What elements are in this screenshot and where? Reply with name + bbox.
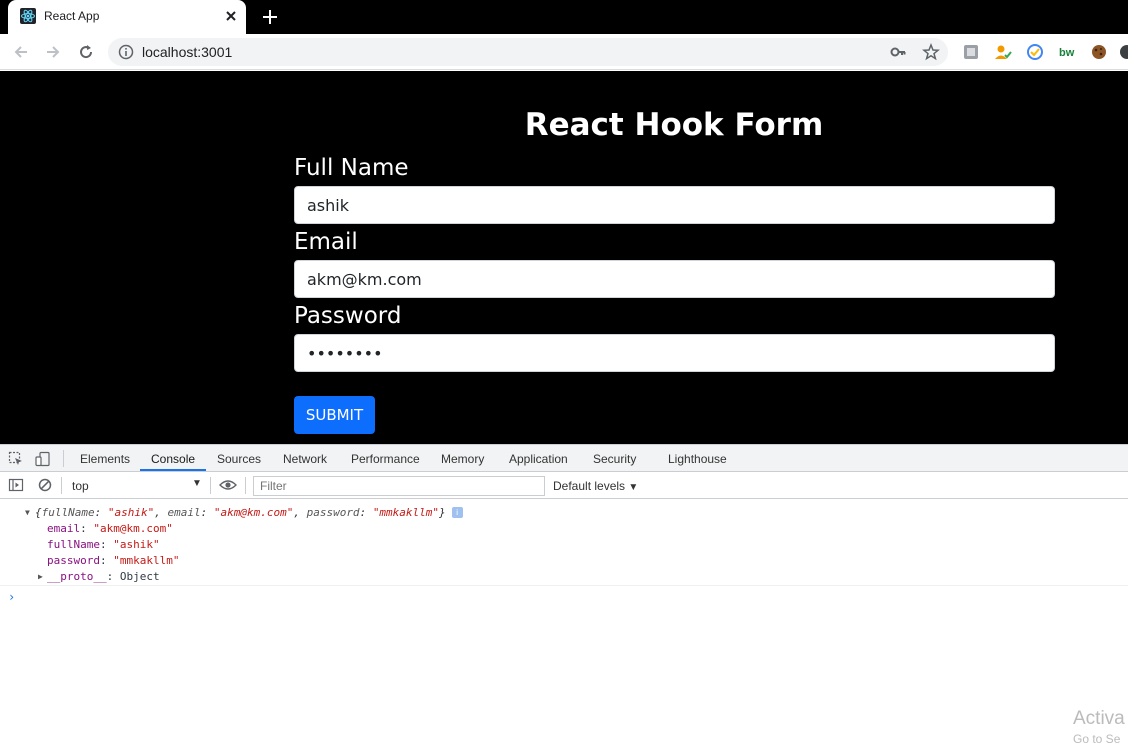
extension-user-check-icon[interactable] bbox=[994, 43, 1012, 61]
log-levels-label: Default levels bbox=[553, 479, 626, 493]
close-icon[interactable] bbox=[222, 7, 240, 25]
browser-tab[interactable]: React App bbox=[8, 0, 246, 34]
tab-memory[interactable]: Memory bbox=[441, 452, 484, 466]
activation-watermark-subtitle: Go to Se bbox=[1073, 732, 1121, 746]
extension-check-circle-icon[interactable] bbox=[1026, 43, 1044, 61]
chevron-down-icon: ▼ bbox=[628, 482, 639, 493]
tab-sources[interactable]: Sources bbox=[217, 452, 261, 466]
console-prompt-icon[interactable]: › bbox=[8, 590, 15, 604]
browser-tabstrip: React App bbox=[0, 0, 1128, 34]
tab-application[interactable]: Application bbox=[509, 452, 568, 466]
devtools-panel: Elements Console Sources Network Perform… bbox=[0, 444, 1128, 746]
forward-arrow-icon[interactable] bbox=[44, 43, 62, 61]
context-select[interactable]: top ▼ bbox=[64, 475, 204, 495]
tab-network[interactable]: Network bbox=[283, 452, 327, 466]
key-icon[interactable] bbox=[890, 44, 906, 60]
email-input[interactable] bbox=[294, 260, 1055, 298]
context-value: top bbox=[72, 479, 89, 493]
extension-puzzle-icon[interactable] bbox=[962, 43, 980, 61]
url-text: localhost:3001 bbox=[142, 44, 233, 60]
toolbar-divider bbox=[61, 477, 62, 494]
chevron-down-icon: ▼ bbox=[192, 478, 202, 489]
clear-console-icon[interactable] bbox=[37, 477, 53, 493]
console-output: ▼ {fullName: "ashik", email: "akm@km.com… bbox=[0, 500, 1128, 746]
log-levels-dropdown[interactable]: Default levels ▼ bbox=[553, 479, 638, 493]
browser-toolbar: localhost:3001 bw bbox=[0, 34, 1128, 70]
info-icon[interactable] bbox=[118, 44, 134, 60]
object-summary[interactable]: {fullName: "ashik", email: "akm@km.com",… bbox=[35, 506, 463, 519]
log-entry[interactable]: ▼ {fullName: "ashik", email: "akm@km.com… bbox=[0, 500, 1128, 586]
tab-security[interactable]: Security bbox=[593, 452, 636, 466]
device-toolbar-icon[interactable] bbox=[35, 451, 51, 467]
inspect-element-icon[interactable] bbox=[8, 451, 24, 467]
active-tab-indicator bbox=[140, 469, 206, 471]
react-favicon-icon bbox=[20, 8, 36, 24]
tab-performance[interactable]: Performance bbox=[351, 452, 420, 466]
extension-bw-icon[interactable]: bw bbox=[1058, 43, 1076, 61]
sidebar-toggle-icon[interactable] bbox=[8, 477, 24, 493]
tab-lighthouse[interactable]: Lighthouse bbox=[668, 452, 727, 466]
activation-watermark: Activa bbox=[1073, 708, 1125, 729]
svg-text:bw: bw bbox=[1059, 47, 1075, 59]
proto-line[interactable]: __proto__: Object bbox=[47, 570, 160, 583]
property-line: fullName: "ashik" bbox=[47, 538, 160, 551]
tab-console[interactable]: Console bbox=[151, 452, 195, 466]
reload-icon[interactable] bbox=[77, 43, 95, 61]
devtools-tabbar: Elements Console Sources Network Perform… bbox=[0, 445, 1128, 472]
eye-icon[interactable] bbox=[219, 477, 237, 493]
page-content: React Hook Form Full Name Email Password… bbox=[0, 71, 1128, 444]
toolbar-divider bbox=[63, 450, 64, 467]
expand-triangle-down-icon[interactable]: ▼ bbox=[25, 508, 30, 517]
submit-button[interactable]: SUBMIT bbox=[294, 396, 375, 434]
tab-elements[interactable]: Elements bbox=[80, 452, 130, 466]
extension-cookie-icon[interactable] bbox=[1090, 43, 1108, 61]
tab-title: React App bbox=[44, 9, 100, 23]
password-label: Password bbox=[294, 303, 402, 329]
password-input[interactable] bbox=[294, 334, 1055, 372]
form-title: React Hook Form bbox=[524, 107, 824, 143]
profile-avatar-icon[interactable] bbox=[1118, 43, 1128, 61]
filter-input[interactable] bbox=[253, 476, 545, 496]
expand-triangle-right-icon[interactable]: ▶ bbox=[38, 572, 43, 581]
property-line: email: "akm@km.com" bbox=[47, 522, 173, 535]
full-name-input[interactable] bbox=[294, 186, 1055, 224]
property-line: password: "mmkakllm" bbox=[47, 554, 180, 567]
back-arrow-icon[interactable] bbox=[12, 43, 30, 61]
bookmark-star-icon[interactable] bbox=[922, 42, 940, 61]
new-tab-plus-icon[interactable] bbox=[260, 7, 280, 27]
email-label: Email bbox=[294, 229, 358, 255]
console-toolbar: top ▼ Default levels ▼ bbox=[0, 472, 1128, 499]
info-badge-icon[interactable]: i bbox=[451, 507, 463, 518]
full-name-label: Full Name bbox=[294, 155, 409, 181]
toolbar-divider bbox=[245, 477, 246, 494]
address-bar[interactable]: localhost:3001 bbox=[108, 38, 948, 66]
toolbar-divider bbox=[210, 477, 211, 494]
